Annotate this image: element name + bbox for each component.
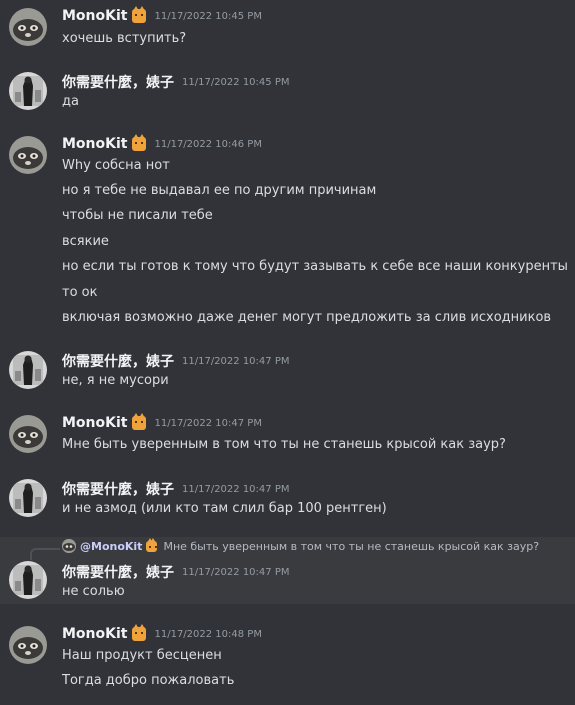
username[interactable]: MonoKit bbox=[62, 415, 127, 431]
message-text: да bbox=[62, 94, 79, 109]
username[interactable]: MonoKit bbox=[62, 626, 127, 642]
username[interactable]: 你需要什麼，婊子 bbox=[62, 479, 174, 499]
avatar[interactable] bbox=[9, 415, 47, 453]
reply-text[interactable]: Мне быть уверенным в том что ты не стане… bbox=[163, 540, 539, 553]
message-text: Why собсна нот bbox=[62, 158, 170, 173]
timestamp: 11/17/2022 10:48 PM bbox=[154, 628, 262, 640]
reply-preview[interactable]: @MonoKit Мне быть уверенным в том что ты… bbox=[30, 537, 539, 560]
timestamp: 11/17/2022 10:47 PM bbox=[182, 483, 290, 495]
message-group: 你需要什麼，婊子 11/17/2022 10:47 PM не, я не му… bbox=[0, 343, 575, 403]
cat-face-icon bbox=[132, 413, 147, 430]
avatar[interactable] bbox=[9, 479, 47, 517]
cat-face-icon bbox=[146, 537, 158, 552]
timestamp: 11/17/2022 10:45 PM bbox=[182, 76, 290, 88]
username[interactable]: MonoKit bbox=[62, 136, 127, 152]
message-text: хочешь вступить? bbox=[62, 31, 187, 46]
avatar[interactable] bbox=[9, 72, 47, 110]
message-group: MonoKit 11/17/2022 10:47 PM Мне быть уве… bbox=[0, 407, 575, 467]
message-group: MonoKit 11/17/2022 10:46 PM Why собсна н… bbox=[0, 128, 575, 338]
cat-face-icon bbox=[132, 134, 147, 151]
message-text: но я тебе не выдавал ее по другим причин… bbox=[62, 183, 377, 198]
avatar[interactable] bbox=[9, 561, 47, 599]
username[interactable]: 你需要什麼，婊子 bbox=[62, 351, 174, 371]
message-group: MonoKit 11/17/2022 10:45 PM хочешь вступ… bbox=[0, 0, 575, 60]
message-text: то ок bbox=[62, 285, 98, 300]
message-text: Наш продукт бесценен bbox=[62, 648, 222, 663]
message-text: не солью bbox=[62, 584, 125, 599]
message-text: не, я не мусори bbox=[62, 373, 169, 388]
message-text: и не азмод (или кто там слил бар 100 рен… bbox=[62, 501, 387, 516]
avatar[interactable] bbox=[9, 136, 47, 174]
message-text: всякие bbox=[62, 234, 109, 249]
message-text: но если ты готов к тому что будут зазыва… bbox=[62, 259, 568, 274]
message-group: MonoKit 11/17/2022 10:48 PM Наш продукт … bbox=[0, 618, 575, 703]
reply-spine bbox=[30, 548, 60, 560]
username[interactable]: MonoKit bbox=[62, 8, 127, 24]
timestamp: 11/17/2022 10:45 PM bbox=[154, 10, 262, 22]
message-group: 你需要什麼，婊子 11/17/2022 10:47 PM и не азмод … bbox=[0, 471, 575, 531]
timestamp: 11/17/2022 10:47 PM bbox=[154, 417, 262, 429]
message-text: Тогда добро пожаловать bbox=[62, 673, 235, 688]
reply-mention[interactable]: @MonoKit bbox=[80, 540, 142, 553]
message-group: 你需要什麼，婊子 11/17/2022 10:45 PM да bbox=[0, 64, 575, 124]
message-text: Мне быть уверенным в том что ты не стане… bbox=[62, 437, 506, 452]
avatar[interactable] bbox=[9, 626, 47, 664]
username[interactable]: 你需要什麼，婊子 bbox=[62, 72, 174, 92]
message-text: включая возможно даже денег могут предло… bbox=[62, 310, 552, 325]
message-group-highlighted: @MonoKit Мне быть уверенным в том что ты… bbox=[0, 537, 575, 604]
username[interactable]: 你需要什麼，婊子 bbox=[62, 562, 174, 582]
cat-face-icon bbox=[132, 6, 147, 23]
message-text: чтобы не писали тебе bbox=[62, 208, 213, 223]
avatar[interactable] bbox=[9, 8, 47, 46]
timestamp: 11/17/2022 10:47 PM bbox=[182, 566, 290, 578]
timestamp: 11/17/2022 10:46 PM bbox=[154, 138, 262, 150]
avatar[interactable] bbox=[9, 351, 47, 389]
timestamp: 11/17/2022 10:47 PM bbox=[182, 355, 290, 367]
reply-avatar bbox=[62, 539, 76, 553]
cat-face-icon bbox=[132, 624, 147, 641]
